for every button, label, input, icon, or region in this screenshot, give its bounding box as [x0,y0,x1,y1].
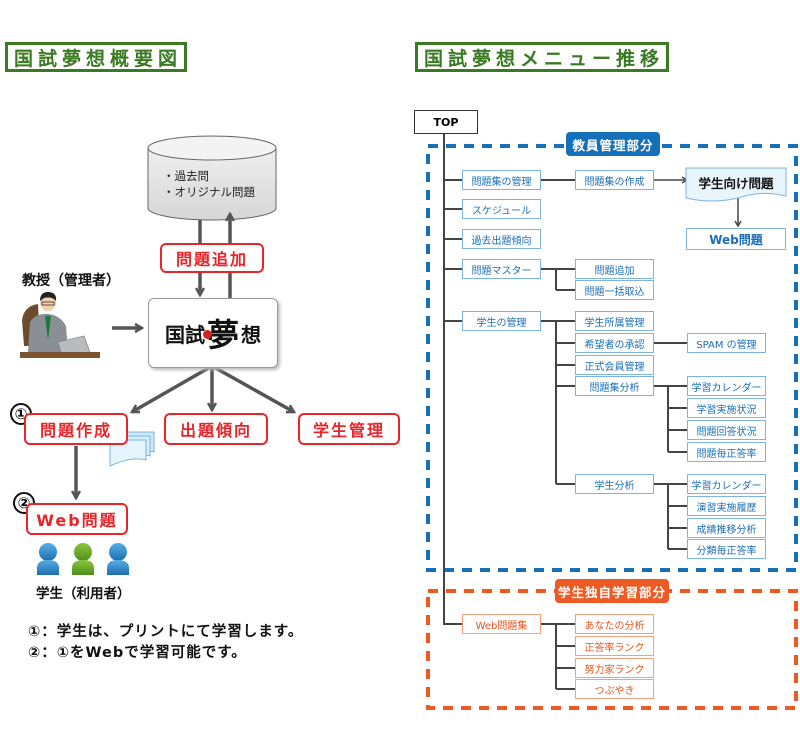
arrow-to-students [211,364,294,414]
menu-item-question-master[interactable]: 問題マスター [462,259,541,279]
database-contents: ・過去問 ・オリジナル問題 [163,168,255,200]
menu-item-spam-management[interactable]: SPAM の管理 [687,333,766,353]
menu-item-accuracy-rank[interactable]: 正答率ランク [575,636,654,656]
web-questions-node[interactable]: Web問題 [686,228,786,250]
note-1: ①：学生は、プリントにて学習します。 [28,624,304,640]
menu-item-student-analysis[interactable]: 学生分析 [575,474,654,494]
question-trend-box: 出題傾向 [164,413,268,445]
top-node[interactable]: TOP [414,110,478,134]
red-dot-icon [202,330,212,339]
menu-item-student-affiliation[interactable]: 学生所属管理 [575,311,654,331]
menu-item-category-accuracy[interactable]: 分類毎正答率 [687,539,766,559]
professor-label: 教授（管理者） [22,273,120,289]
menu-item-grade-trend[interactable]: 成績推移分析 [687,518,766,538]
menu-item-learning-calendar[interactable]: 学習カレンダー [687,376,766,396]
menu-item-add-question[interactable]: 問題追加 [575,259,654,279]
menu-item-your-analysis[interactable]: あなたの分析 [575,614,654,634]
students-label: 学生（利用者） [36,586,131,602]
overview-title: 国試夢想概要図 [5,42,187,72]
database-item: ・オリジナル問題 [163,185,255,199]
menu-item-learning-status[interactable]: 学習実施状況 [687,398,766,418]
menu-flow-title: 国試夢想メニュー推移 [415,42,669,72]
menu-item-question-accuracy[interactable]: 問題毎正答率 [687,442,766,462]
logo-text-3: 想 [241,322,261,347]
menu-item-exercise-history[interactable]: 演習実施履歴 [687,496,766,516]
logo-text-2: 夢 [202,310,239,356]
menu-item-create-workbook[interactable]: 問題集の作成 [575,170,654,190]
menu-item-tweets[interactable]: つぶやき [575,679,654,699]
menu-item-answer-status[interactable]: 問題回答状況 [687,420,766,440]
student-section-label: 学生独自学習部分 [555,579,669,603]
menu-item-web-workbook[interactable]: Web問題集 [462,614,541,634]
teacher-section-label: 教員管理部分 [566,132,660,156]
web-questions-box: Web問題 [26,503,128,535]
menu-item-student-calendar[interactable]: 学習カレンダー [687,474,766,494]
student-icon [72,543,94,575]
menu-item-applicant-approval[interactable]: 希望者の承認 [575,333,654,353]
student-icon [107,543,129,575]
logo-text-1: 国試 [164,322,205,347]
student-icon [37,543,59,575]
professor-icon [20,292,100,358]
database-item: ・過去問 [163,169,209,183]
menu-item-effort-rank[interactable]: 努力家ランク [575,658,654,678]
menu-item-member-management[interactable]: 正式会員管理 [575,355,654,375]
student-questions-doc: 学生向け問題 [698,175,774,191]
add-questions-box: 問題追加 [160,243,264,273]
menu-item-bulk-import[interactable]: 問題一括取込 [575,280,654,300]
menu-item-workbook-analysis[interactable]: 問題集分析 [575,376,654,396]
create-questions-box: 問題作成 [24,413,128,445]
menu-item-workbook-management[interactable]: 問題集の管理 [462,170,541,190]
kokushi-musou-logo: 国試 夢 想 [148,298,278,368]
note-2: ②：①をWebで学習可能です。 [28,645,247,661]
menu-item-past-trends[interactable]: 過去出題傾向 [462,229,541,249]
menu-item-schedule[interactable]: スケジュール [462,199,541,219]
arrow-to-create [132,364,213,414]
student-management-box: 学生管理 [298,413,400,445]
menu-item-student-management[interactable]: 学生の管理 [462,311,541,331]
